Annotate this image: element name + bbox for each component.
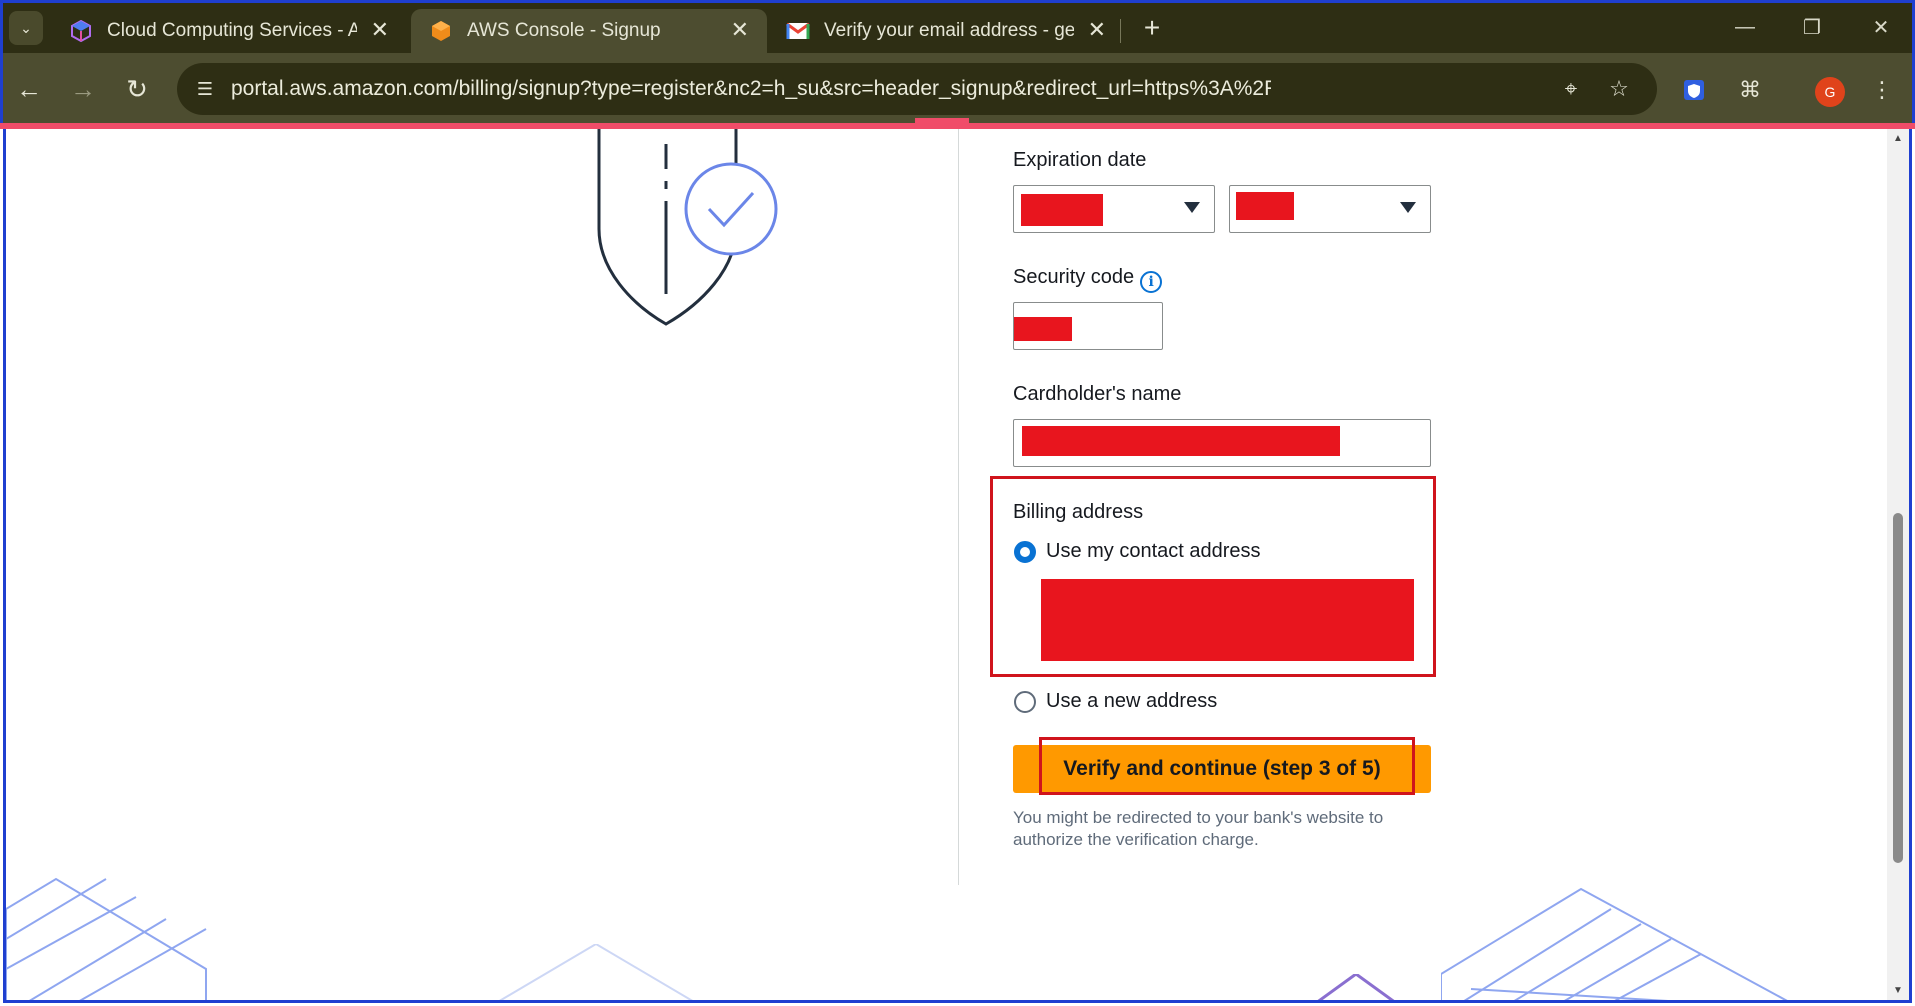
close-icon[interactable]: ✕ (371, 17, 389, 43)
location-pin-icon[interactable]: ⌖ (1557, 75, 1585, 103)
redacted-value (1021, 194, 1103, 226)
redacted-value (1022, 426, 1340, 456)
bookmark-star-icon[interactable]: ☆ (1605, 75, 1633, 103)
address-bar[interactable]: ☰ portal.aws.amazon.com/billing/signup?t… (177, 63, 1657, 115)
site-settings-icon[interactable]: ☰ (191, 75, 219, 103)
plus-icon: + (1143, 12, 1161, 43)
close-icon: ✕ (1872, 16, 1890, 39)
tab-title: AWS Console - Signup (467, 20, 661, 41)
column-divider (958, 129, 959, 885)
arrow-left-icon: ← (16, 73, 42, 104)
extensions-puzzle-icon[interactable]: ⌘ (1731, 71, 1769, 109)
new-tab-button[interactable]: + (1135, 11, 1169, 45)
scroll-up-icon[interactable]: ▲ (1892, 133, 1904, 144)
decorative-pattern-center (499, 944, 693, 1000)
gmail-icon (786, 19, 810, 43)
extension-shield-icon[interactable] (1675, 71, 1713, 109)
menu-kebab-icon[interactable]: ⋮ (1863, 71, 1901, 109)
browser-chrome: ⌄ Cloud Computing Services - Am ✕ AWS Co… (0, 0, 1915, 129)
use-new-address-label[interactable]: Use a new address (1046, 690, 1217, 713)
decorative-pattern-right (1441, 887, 1788, 1000)
profile-avatar[interactable]: G (1815, 77, 1845, 107)
redacted-contact-address (1041, 579, 1414, 661)
restore-icon: ❐ (1803, 16, 1821, 39)
decorative-pattern-left (6, 877, 207, 1000)
redacted-value (1236, 192, 1294, 220)
redirect-note: You might be redirected to your bank's w… (1013, 808, 1384, 849)
dropdown-arrow-icon (1184, 202, 1200, 213)
cardholder-name-label: Cardholder's name (1013, 383, 1182, 405)
back-button[interactable]: ← (9, 69, 49, 109)
use-contact-address-radio[interactable] (1014, 541, 1036, 563)
chevron-down-icon: ⌄ (20, 19, 32, 36)
redacted-value (1014, 317, 1072, 341)
tab-title: Cloud Computing Services - Am (107, 20, 357, 41)
expiration-date-label: Expiration date (1013, 149, 1147, 171)
use-new-address-radio[interactable] (1014, 691, 1036, 713)
minimize-button[interactable]: — (1725, 9, 1765, 45)
tab-title: Verify your email address - gext (824, 20, 1074, 41)
aws-orange-cube-icon (429, 19, 453, 43)
scroll-down-icon[interactable]: ▼ (1892, 985, 1904, 996)
reload-icon: ↻ (126, 73, 148, 104)
tab-verify-email[interactable]: Verify your email address - gext ✕ (768, 9, 1124, 53)
tab-strip: ⌄ Cloud Computing Services - Am ✕ AWS Co… (3, 3, 1912, 53)
security-code-input[interactable] (1013, 302, 1163, 350)
security-code-label: Security code i (1013, 266, 1163, 293)
scrollbar-thumb[interactable] (1893, 513, 1903, 863)
use-contact-address-label[interactable]: Use my contact address (1046, 540, 1261, 563)
billing-address-label: Billing address (1013, 501, 1144, 523)
close-icon[interactable]: ✕ (731, 17, 749, 43)
cardholder-name-input[interactable] (1013, 419, 1431, 467)
close-icon[interactable]: ✕ (1088, 17, 1106, 43)
info-icon[interactable]: i (1140, 271, 1163, 293)
close-window-button[interactable]: ✕ (1861, 9, 1901, 45)
reload-button[interactable]: ↻ (117, 69, 157, 109)
restore-button[interactable]: ❐ (1792, 9, 1832, 45)
arrow-right-icon: → (70, 73, 96, 104)
tab-search-button[interactable]: ⌄ (9, 11, 43, 45)
expiration-year-select[interactable] (1229, 185, 1431, 233)
page-viewport: Expiration date Security code i Cardholde… (3, 129, 1912, 1003)
tab-cloud-computing[interactable]: Cloud Computing Services - Am ✕ (51, 9, 407, 53)
tab-aws-console-signup[interactable]: AWS Console - Signup ✕ (411, 9, 767, 53)
page-scrollbar[interactable]: ▲ ▼ (1887, 129, 1909, 1000)
forward-button[interactable]: → (63, 69, 103, 109)
expiration-month-select[interactable] (1013, 185, 1215, 233)
annotation-box-button (1039, 737, 1415, 795)
decorative-pattern-small (1317, 974, 1395, 1000)
minimize-icon: — (1735, 15, 1755, 38)
security-shield-illustration (597, 129, 778, 326)
tab-separator (1120, 19, 1121, 43)
aws-cube-icon (69, 19, 93, 43)
url-text[interactable]: portal.aws.amazon.com/billing/signup?typ… (231, 77, 1271, 101)
dropdown-arrow-icon (1400, 202, 1416, 213)
